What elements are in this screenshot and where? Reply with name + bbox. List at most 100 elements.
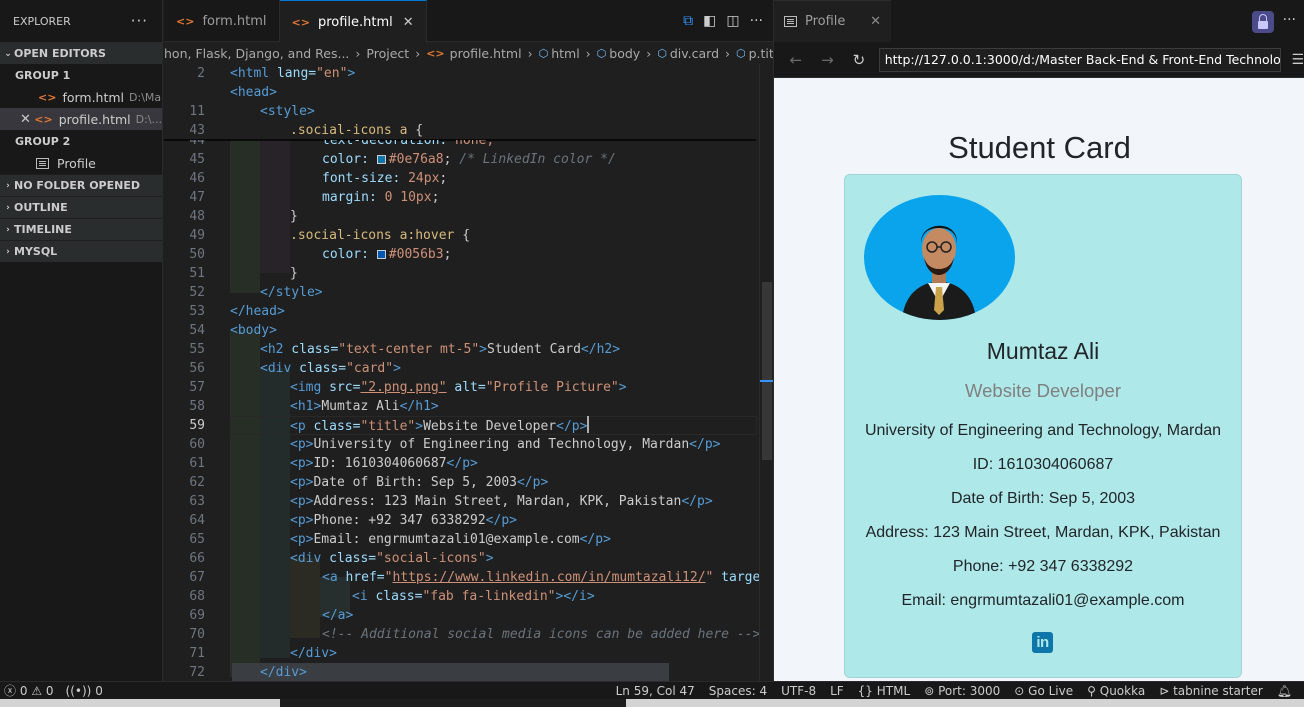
code-line[interactable]: 71 </div> bbox=[164, 644, 759, 663]
editor-scrollbar[interactable] bbox=[759, 64, 774, 681]
code-line[interactable]: 52 </style> bbox=[164, 283, 759, 302]
code-line[interactable]: 56 <div class="card"> bbox=[164, 359, 759, 378]
group1-label[interactable]: GROUP 1 bbox=[0, 64, 162, 86]
code-line[interactable]: 50 color: #0056b3; bbox=[164, 245, 759, 264]
quokka-button[interactable]: ⚲ Quokka bbox=[1087, 684, 1145, 698]
code-area[interactable]: 2 <html lang="en"> 3<head> 11 <style> 43 .s… bbox=[164, 64, 759, 681]
line-number: 44 bbox=[189, 140, 205, 148]
breadcrumb-item[interactable]: Project bbox=[366, 46, 409, 61]
code-line[interactable]: 53 </head> bbox=[164, 302, 759, 321]
braces-icon: {} bbox=[857, 683, 873, 698]
code-line[interactable]: 49 .social-icons a:hover { bbox=[164, 226, 759, 245]
tab-form-html[interactable]: <> form.html bbox=[164, 0, 280, 42]
explorer-header: EXPLORER ··· bbox=[0, 0, 162, 42]
line-code: font-size: 24px; bbox=[322, 171, 448, 186]
code-line[interactable]: 70 <!-- Additional social media icons can… bbox=[164, 625, 759, 644]
student-title: Website Developer bbox=[965, 380, 1121, 401]
code-line[interactable]: 64 <p>Phone: +92 347 6338292</p> bbox=[164, 511, 759, 530]
port-indicator[interactable]: ⊚ Port: 3000 bbox=[924, 684, 1000, 698]
open-editor-profile-preview[interactable]: Profile bbox=[0, 152, 162, 174]
code-line[interactable]: 60 <p>University of Engineering and Techn… bbox=[164, 435, 759, 454]
code-line[interactable]: 2 <html lang="en"> bbox=[164, 64, 759, 83]
breadcrumb-item[interactable]: body bbox=[609, 46, 640, 61]
close-icon[interactable]: ✕ bbox=[403, 15, 414, 30]
more-actions-icon[interactable]: ··· bbox=[750, 13, 763, 29]
menu-icon[interactable]: ☰ bbox=[1291, 52, 1304, 68]
url-input[interactable]: http://127.0.0.1:3000/d:/Master Back-End… bbox=[878, 47, 1282, 72]
no-folder-section[interactable]: › NO FOLDER OPENED bbox=[0, 174, 162, 196]
group2-label[interactable]: GROUP 2 bbox=[0, 130, 162, 152]
breadcrumb-item[interactable]: profile.html bbox=[450, 46, 522, 61]
notifications-bell-icon[interactable]: 🔔︎ bbox=[1277, 684, 1292, 698]
code-line[interactable]: 45 color: #0e76a8; /* LinkedIn color */ bbox=[164, 150, 759, 169]
file-path: D:\Ma... bbox=[129, 90, 162, 104]
line-code: </head> bbox=[230, 304, 285, 319]
line-code: margin: 0 10px; bbox=[322, 190, 440, 205]
code-line[interactable]: 11 <style> bbox=[164, 102, 759, 121]
chevron-right-icon: › bbox=[6, 180, 10, 191]
code-line[interactable]: 65 <p>Email: engrmumtazali01@example.com<… bbox=[164, 530, 759, 549]
code-line[interactable]: 3<head> bbox=[164, 83, 759, 102]
lock-group-button[interactable] bbox=[1252, 11, 1274, 33]
outline-section[interactable]: › OUTLINE bbox=[0, 196, 162, 218]
code-line[interactable]: 69 </a> bbox=[164, 606, 759, 625]
problems-indicator[interactable]: ⓧ 0 ⚠ 0 bbox=[4, 682, 54, 699]
close-icon[interactable]: ✕ bbox=[20, 112, 34, 127]
code-line[interactable]: 57 <img src="2.png.png" alt="Profile Pict… bbox=[164, 378, 759, 397]
timeline-section[interactable]: › TIMELINE bbox=[0, 218, 162, 240]
code-line[interactable]: 58 <h1>Mumtaz Ali</h1> bbox=[164, 397, 759, 416]
code-line[interactable]: 66 <div class="social-icons"> bbox=[164, 549, 759, 568]
open-preview-icon[interactable]: ⧉ bbox=[683, 13, 693, 29]
linkedin-icon[interactable]: in bbox=[1032, 632, 1053, 653]
close-icon[interactable]: ✕ bbox=[870, 14, 881, 29]
more-actions-icon[interactable]: ··· bbox=[1283, 12, 1296, 28]
explorer-more-icon[interactable]: ··· bbox=[131, 12, 148, 30]
split-editor-icon[interactable]: ◫ bbox=[726, 13, 739, 29]
code-line[interactable]: 46 font-size: 24px; bbox=[164, 169, 759, 188]
code-line[interactable]: 48} bbox=[164, 207, 759, 226]
breadcrumb-item[interactable]: html bbox=[551, 46, 579, 61]
cursor-position[interactable]: Ln 59, Col 47 bbox=[616, 684, 695, 698]
line-number: 47 bbox=[189, 190, 205, 205]
line-code: } bbox=[290, 266, 298, 281]
code-line[interactable]: 62 <p>Date of Birth: Sep 5, 2003</p> bbox=[164, 473, 759, 492]
code-line[interactable]: 68 <i class="fab fa-linkedin"></i> bbox=[164, 587, 759, 606]
back-arrow-icon[interactable]: ← bbox=[780, 51, 812, 69]
scrollbar-thumb[interactable] bbox=[762, 282, 772, 460]
section-label: OUTLINE bbox=[14, 201, 68, 214]
line-number: 64 bbox=[189, 513, 205, 528]
ports-indicator[interactable]: ((•)) 0 bbox=[66, 684, 103, 698]
code-line[interactable]: 47 margin: 0 10px; bbox=[164, 188, 759, 207]
code-line[interactable]: 72 </div> bbox=[164, 663, 759, 681]
encoding[interactable]: UTF-8 bbox=[781, 684, 816, 698]
code-line[interactable]: 43 .social-icons a { bbox=[164, 121, 759, 140]
code-line[interactable]: 61 <p>ID: 1610304060687</p> bbox=[164, 454, 759, 473]
tab-profile-preview[interactable]: Profile ✕ bbox=[774, 0, 891, 42]
breadcrumb-item[interactable]: div.card bbox=[670, 46, 719, 61]
breadcrumb-item[interactable]: hon, Flask, Django, and Res... bbox=[164, 46, 349, 61]
tabnine-status[interactable]: ⊳ tabnine starter bbox=[1159, 684, 1263, 698]
line-code: </div> bbox=[290, 646, 337, 661]
open-editors-section[interactable]: ⌄ OPEN EDITORS bbox=[0, 42, 162, 64]
mysql-section[interactable]: › MYSQL bbox=[0, 240, 162, 262]
code-line[interactable]: 54 <body> bbox=[164, 321, 759, 340]
reload-icon[interactable]: ↻ bbox=[843, 51, 875, 69]
code-line-current[interactable]: 59 <p class="title">Website Developer</p> bbox=[164, 416, 759, 435]
color-swatch-icon[interactable] bbox=[376, 155, 386, 164]
indentation[interactable]: Spaces: 4 bbox=[709, 684, 767, 698]
code-line[interactable]: 67 <a href="https://www.linkedin.com/in/m… bbox=[164, 568, 759, 587]
code-line[interactable]: 55 <h2 class="text-center mt-5">Student C… bbox=[164, 340, 759, 359]
breadcrumb-item[interactable]: p.title bbox=[749, 46, 773, 61]
open-editor-form-html[interactable]: <> form.html D:\Ma... bbox=[0, 86, 162, 108]
code-line[interactable]: 63 <p>Address: 123 Main Street, Mardan, K… bbox=[164, 492, 759, 511]
forward-arrow-icon[interactable]: → bbox=[812, 51, 844, 69]
go-live-button[interactable]: ⊙ Go Live bbox=[1014, 684, 1073, 698]
open-editor-profile-html[interactable]: ✕ <> profile.html D:\... bbox=[0, 108, 162, 130]
code-line[interactable]: 51} bbox=[164, 264, 759, 283]
language-mode[interactable]: {} HTML bbox=[858, 684, 911, 698]
open-changes-icon[interactable]: ◧ bbox=[703, 13, 716, 29]
tab-profile-html[interactable]: <> profile.html ✕ bbox=[279, 0, 427, 43]
code-line[interactable]: 44 text-decoration: none; bbox=[164, 140, 759, 150]
color-swatch-icon[interactable] bbox=[376, 250, 386, 259]
end-of-line[interactable]: LF bbox=[830, 684, 844, 698]
